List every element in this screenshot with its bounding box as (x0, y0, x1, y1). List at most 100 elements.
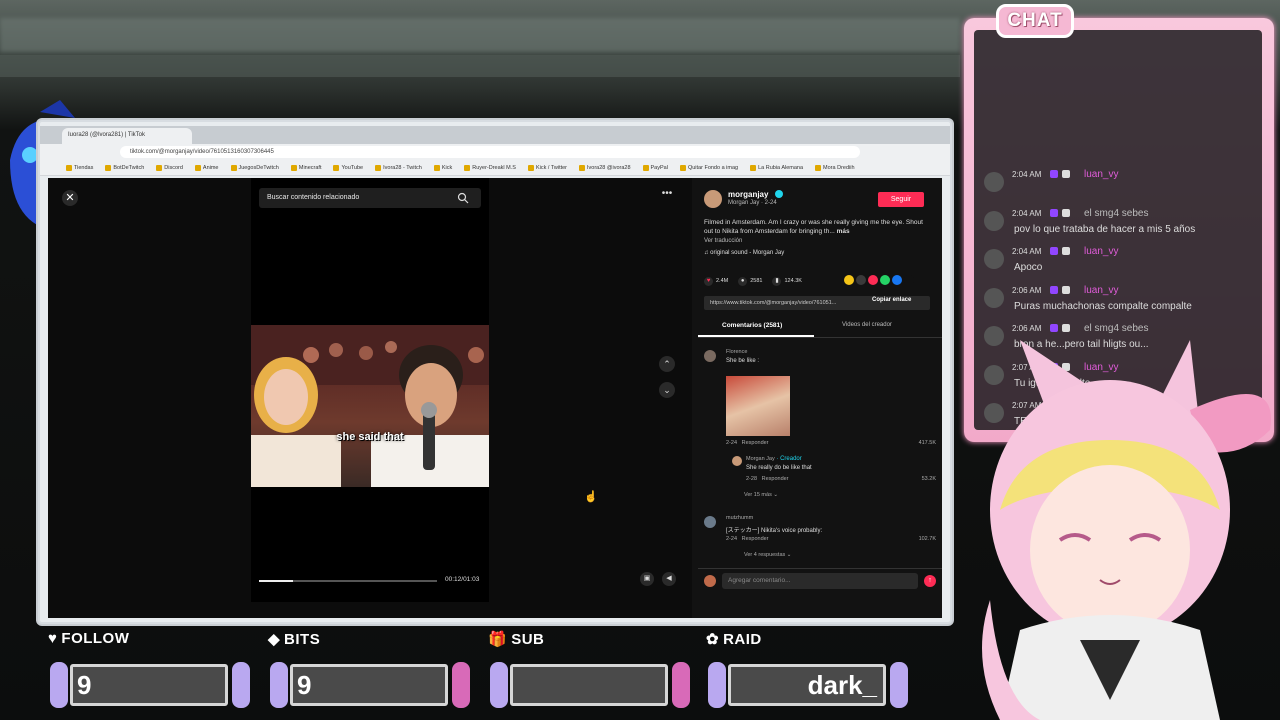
sound-link[interactable]: ♫ original sound - Morgan Jay (704, 250, 784, 256)
tab-comments[interactable]: Comentarios (2581) (722, 322, 782, 329)
volume-button[interactable]: ◀ (662, 572, 676, 586)
reply-avatar[interactable] (732, 456, 742, 466)
comment-action[interactable]: ● 2581 (738, 276, 763, 286)
reply-button[interactable]: Responder (742, 440, 769, 446)
chat-avatar (984, 287, 1004, 308)
embed-icon[interactable] (856, 275, 866, 285)
previous-video-button[interactable]: ⌃ (659, 356, 675, 372)
comment-likes[interactable]: 102.7K (919, 536, 936, 542)
bookmark-item[interactable]: PayPal (642, 164, 668, 171)
bookmark-item[interactable]: Tiendas (66, 164, 93, 171)
chat-username[interactable]: luan_vy (1084, 285, 1118, 296)
details-panel: morganjay Morgan Jay · 2-24 Seguir Filme… (698, 178, 942, 618)
reply-button[interactable]: Responder (742, 536, 769, 542)
controller-left-icon (708, 662, 726, 708)
comment-meta: 2-24 Responder (726, 440, 769, 446)
comment-likes[interactable]: 417.5K (919, 440, 936, 446)
chat-username[interactable]: luan_vy (1084, 169, 1118, 180)
bookmark-item[interactable]: YouTube (333, 164, 363, 171)
bookmark-item[interactable]: Ivora28 @ivora28 (579, 164, 631, 171)
badge-icon (1062, 208, 1070, 217)
bookmark-item[interactable]: Ruyer-Dreakl M.S (464, 164, 516, 171)
controller-right-icon (672, 662, 690, 708)
bookmark-item[interactable]: La Rubia Alemana (750, 164, 803, 171)
folder-icon (230, 164, 237, 171)
chat-username[interactable]: el smg4 sebes (1084, 323, 1148, 334)
reply-author[interactable]: Morgan Jay · Creador (746, 456, 802, 462)
bookmark-item[interactable]: Kick (433, 164, 453, 171)
description-text: Filmed in Amsterdam. Am I crazy or was s… (704, 219, 923, 235)
view-more-replies[interactable]: Ver 15 más ⌄ (744, 492, 778, 498)
save-action[interactable]: ▮ 124.3K (772, 276, 802, 286)
controller-right-icon (890, 662, 908, 708)
bookmark-item[interactable]: JuegosDeTwitch (230, 164, 279, 171)
tab-creator-videos[interactable]: Videos del creador (842, 322, 892, 328)
bookmark-item[interactable]: Ivora28 - Twitch (375, 164, 422, 171)
creator-avatar[interactable] (704, 190, 722, 208)
bookmark-label: Ivora28 - Twitch (383, 164, 422, 171)
folder-icon (679, 164, 686, 171)
bookmark-item[interactable]: Quitar Fondo a imag (679, 164, 738, 171)
video-time: 00:12/01:03 (445, 576, 480, 583)
comment-author[interactable]: mutzhumm (726, 515, 753, 521)
comment-gif[interactable] (726, 376, 790, 436)
comment-input[interactable]: Agregar comentario... (722, 573, 918, 589)
folder-icon (66, 164, 72, 171)
reply-likes[interactable]: 53.2K (922, 476, 936, 482)
folder-icon (194, 164, 201, 171)
widget-value: dark_ (728, 664, 886, 706)
folder-icon (105, 164, 112, 171)
video-frame[interactable]: she said that (251, 325, 489, 487)
pip-button[interactable]: ▣ (640, 572, 654, 586)
creator-username[interactable]: morganjay (728, 190, 768, 199)
follow-button[interactable]: Seguir (878, 192, 924, 207)
chat-username[interactable]: el smg4 sebes (1084, 208, 1148, 219)
comment-text: [ステッカー] Nikita's voice probably: (726, 528, 823, 534)
chat-time: 2:06 AM (1012, 285, 1042, 295)
search-input[interactable]: Buscar contenido relacionado (259, 188, 481, 208)
creator-badge: · Creador (776, 456, 802, 462)
search-icon[interactable] (457, 192, 469, 204)
browser-tab[interactable]: Iuora28 (@lvora281) | TikTok (62, 128, 192, 144)
browser-window: Iuora28 (@lvora281) | TikTok tiktok.com/… (38, 120, 952, 624)
widget-title: BITS (284, 631, 321, 648)
reply-button[interactable]: Responder (762, 476, 789, 482)
widget-sub (490, 662, 690, 708)
commenter-avatar[interactable] (704, 516, 716, 528)
chat-username[interactable]: luan_vy (1084, 246, 1118, 257)
badge-icon (1062, 285, 1070, 294)
video-progress-bar[interactable] (259, 580, 437, 582)
widget-title: SUB (511, 631, 545, 648)
translate-link[interactable]: Ver traducción (704, 238, 742, 244)
send-button[interactable]: ↑ (924, 575, 936, 587)
bookmark-item[interactable]: Mora Drediih (815, 164, 855, 171)
comment-input-bar: Agregar comentario... ↑ (698, 568, 942, 592)
send-icon[interactable] (868, 275, 878, 285)
commenter-avatar[interactable] (704, 350, 716, 362)
bookmark-item[interactable]: Anime (194, 164, 219, 171)
facebook-icon[interactable] (892, 275, 902, 285)
bookmark-item[interactable]: BotDeTwitch (105, 164, 144, 171)
chat-time: 2:06 AM (1012, 324, 1042, 333)
bookmark-item[interactable]: Discord (156, 164, 183, 171)
view-more-replies[interactable]: Ver 4 respuestas ⌄ (744, 552, 791, 558)
like-action[interactable]: ♥ 2.4M (704, 276, 728, 286)
tab-strip: Iuora28 (@lvora281) | TikTok (40, 126, 950, 144)
comment-author[interactable]: Florence (726, 349, 747, 355)
bookmark-item[interactable]: Minecraft (290, 164, 321, 171)
badge-icon (1062, 247, 1070, 255)
bookmark-item[interactable]: Kick / Twitter (527, 164, 567, 171)
more-link[interactable]: más (837, 228, 850, 235)
comments-count: 2581 (750, 278, 763, 284)
copy-link-button[interactable]: Copiar enlace (872, 297, 911, 303)
next-video-button[interactable]: ⌄ (659, 382, 675, 398)
forward-icon[interactable] (904, 275, 914, 285)
bookmark-label: Kick (441, 164, 453, 171)
folder-icon (433, 164, 440, 171)
chat-title: CHAT (996, 4, 1074, 38)
more-options-button[interactable]: ••• (658, 189, 676, 202)
url-input[interactable]: tiktok.com/@morganjay/video/761051316030… (120, 146, 860, 158)
whatsapp-icon[interactable] (880, 275, 890, 285)
close-button[interactable]: ✕ (62, 190, 78, 206)
share-icon[interactable] (844, 275, 854, 285)
